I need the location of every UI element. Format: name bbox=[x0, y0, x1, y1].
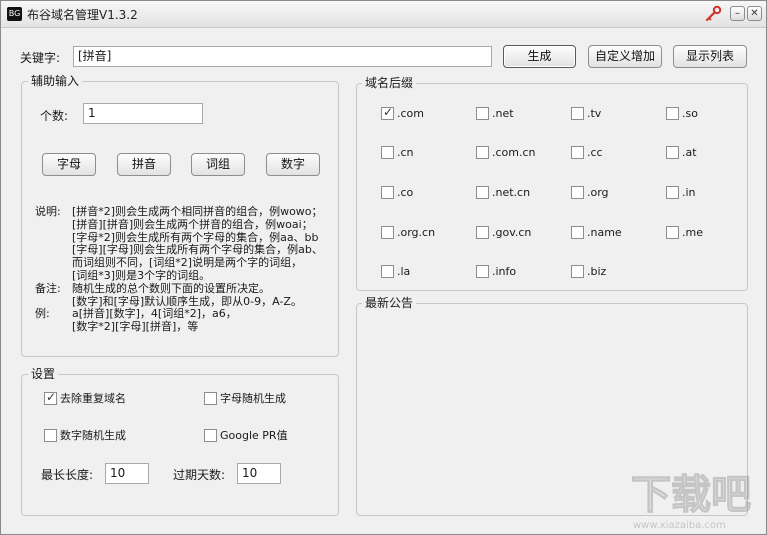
description-row-text: 而词组则不同，[词组*2]说明是两个字的词组， bbox=[72, 256, 303, 270]
suffix-label: .la bbox=[397, 265, 411, 278]
suffix-label: .so bbox=[682, 107, 698, 120]
description-row-text: 随机生成的总个数则下面的设置所决定。 bbox=[72, 281, 270, 295]
keyword-input[interactable]: [拼音] bbox=[73, 46, 492, 67]
suffix-checkbox[interactable] bbox=[381, 105, 394, 120]
description-row-text: [数字*2][字母][拼音]，等 bbox=[72, 320, 199, 334]
suffix-checkbox[interactable] bbox=[666, 107, 679, 120]
expire-days-label: 过期天数: bbox=[173, 468, 226, 482]
suffix-label: .org bbox=[587, 186, 609, 199]
title-bar[interactable]: BG 布谷域名管理V1.3.2 – ✕ bbox=[1, 1, 766, 28]
watermark-text: 下载吧 bbox=[631, 472, 751, 518]
generate-button[interactable]: 生成 bbox=[503, 45, 576, 68]
random-letter-label: 字母随机生成 bbox=[220, 392, 286, 405]
suffix-label: .name bbox=[587, 226, 622, 239]
settings-title: 设置 bbox=[28, 367, 59, 381]
suffix-checkbox[interactable] bbox=[476, 265, 489, 278]
suffix-checkbox[interactable] bbox=[476, 186, 489, 199]
dedupe-label: 去除重复域名 bbox=[60, 392, 126, 405]
suffix-label: .net bbox=[492, 107, 514, 120]
suffix-checkbox[interactable] bbox=[476, 146, 489, 159]
count-label: 个数: bbox=[40, 109, 69, 123]
description-row-label: 说明: bbox=[35, 205, 61, 218]
max-length-input[interactable]: 10 bbox=[105, 463, 149, 484]
suffix-title: 域名后缀 bbox=[362, 76, 417, 90]
expire-days-input[interactable]: 10 bbox=[237, 463, 281, 484]
custom-add-button[interactable]: 自定义增加 bbox=[588, 45, 662, 68]
google-pr-label: Google PR值 bbox=[220, 429, 288, 442]
keyword-label: 关键字: bbox=[20, 51, 61, 65]
description-row-text: [字母*2]则会生成所有两个字母的集合，例aa、bb bbox=[72, 230, 319, 244]
dedupe-checkbox[interactable] bbox=[44, 390, 57, 405]
suffix-label: .biz bbox=[587, 265, 607, 278]
description-row-label: 备注: bbox=[35, 281, 61, 295]
number-button[interactable]: 数字 bbox=[266, 153, 320, 176]
suffix-label: .info bbox=[492, 265, 517, 278]
app-window: BG 布谷域名管理V1.3.2 – ✕ 关键字: [拼音] 生成 自定义增加 显… bbox=[0, 0, 767, 535]
suffix-label: .tv bbox=[587, 107, 602, 120]
suffix-checkbox[interactable] bbox=[381, 186, 394, 199]
description-row-text: [拼音][拼音]则会生成两个拼音的组合，例woai； bbox=[72, 217, 313, 231]
suffix-checkbox[interactable] bbox=[571, 226, 584, 239]
random-letter-checkbox[interactable] bbox=[204, 392, 217, 405]
google-pr-checkbox[interactable] bbox=[204, 429, 217, 442]
aux-input-title: 辅助输入 bbox=[28, 74, 83, 88]
suffix-checkbox[interactable] bbox=[571, 186, 584, 199]
description-row-text: [拼音*2]则会生成两个相同拼音的组合，例wowo； bbox=[72, 205, 323, 218]
count-input[interactable]: 1 bbox=[83, 103, 203, 124]
max-length-label: 最长长度: bbox=[41, 468, 94, 482]
key-icon[interactable] bbox=[704, 5, 722, 23]
watermark-url: www.xiazaiba.com bbox=[633, 520, 726, 531]
random-number-label: 数字随机生成 bbox=[60, 429, 126, 442]
suffix-checkbox[interactable] bbox=[476, 226, 489, 239]
suffix-checkbox[interactable] bbox=[666, 186, 679, 199]
show-list-button[interactable]: 显示列表 bbox=[673, 45, 747, 68]
suffix-label: .com.cn bbox=[492, 146, 536, 159]
random-number-checkbox[interactable] bbox=[44, 429, 57, 442]
suffix-label: .net.cn bbox=[492, 186, 531, 199]
phrase-button[interactable]: 词组 bbox=[191, 153, 245, 176]
suffix-label: .org.cn bbox=[397, 226, 436, 239]
description-row-text: a[拼音][数字]，4[词组*2]，a6， bbox=[72, 307, 237, 321]
suffix-checkbox[interactable] bbox=[666, 146, 679, 159]
pinyin-button[interactable]: 拼音 bbox=[117, 153, 171, 176]
window-title: 布谷域名管理V1.3.2 bbox=[27, 8, 138, 22]
suffix-label: .cc bbox=[587, 146, 603, 159]
suffix-checkbox[interactable] bbox=[666, 226, 679, 239]
suffix-checkbox[interactable] bbox=[571, 107, 584, 120]
suffix-label: .com bbox=[397, 107, 424, 120]
close-button[interactable]: ✕ bbox=[747, 6, 762, 21]
suffix-label: .gov.cn bbox=[492, 226, 532, 239]
suffix-checkbox[interactable] bbox=[381, 265, 394, 278]
description-row-text: [词组*3]则是3个字的词组。 bbox=[72, 269, 211, 282]
suffix-checkbox[interactable] bbox=[476, 107, 489, 120]
suffix-label: .in bbox=[682, 186, 696, 199]
suffix-label: .cn bbox=[397, 146, 414, 159]
announcement-title: 最新公告 bbox=[362, 296, 417, 310]
suffix-checkbox[interactable] bbox=[571, 146, 584, 159]
suffix-checkbox[interactable] bbox=[381, 146, 394, 159]
suffix-label: .at bbox=[682, 146, 697, 159]
description-row-text: [字母][字母]则会生成所有两个字母的集合，例ab、 bbox=[72, 243, 323, 257]
letter-button[interactable]: 字母 bbox=[42, 153, 96, 176]
suffix-checkbox[interactable] bbox=[571, 265, 584, 278]
app-logo-icon: BG bbox=[7, 7, 22, 21]
suffix-label: .co bbox=[397, 186, 414, 199]
suffix-label: .me bbox=[682, 226, 703, 239]
minimize-button[interactable]: – bbox=[730, 6, 745, 21]
description-row-label: 例: bbox=[35, 307, 50, 321]
watermark-logo: 下载吧 www.xiazaiba.com bbox=[630, 471, 751, 531]
description-row-text: [数字]和[字母]默认顺序生成，即从0-9，A-Z。 bbox=[72, 294, 302, 308]
suffix-checkbox[interactable] bbox=[381, 226, 394, 239]
